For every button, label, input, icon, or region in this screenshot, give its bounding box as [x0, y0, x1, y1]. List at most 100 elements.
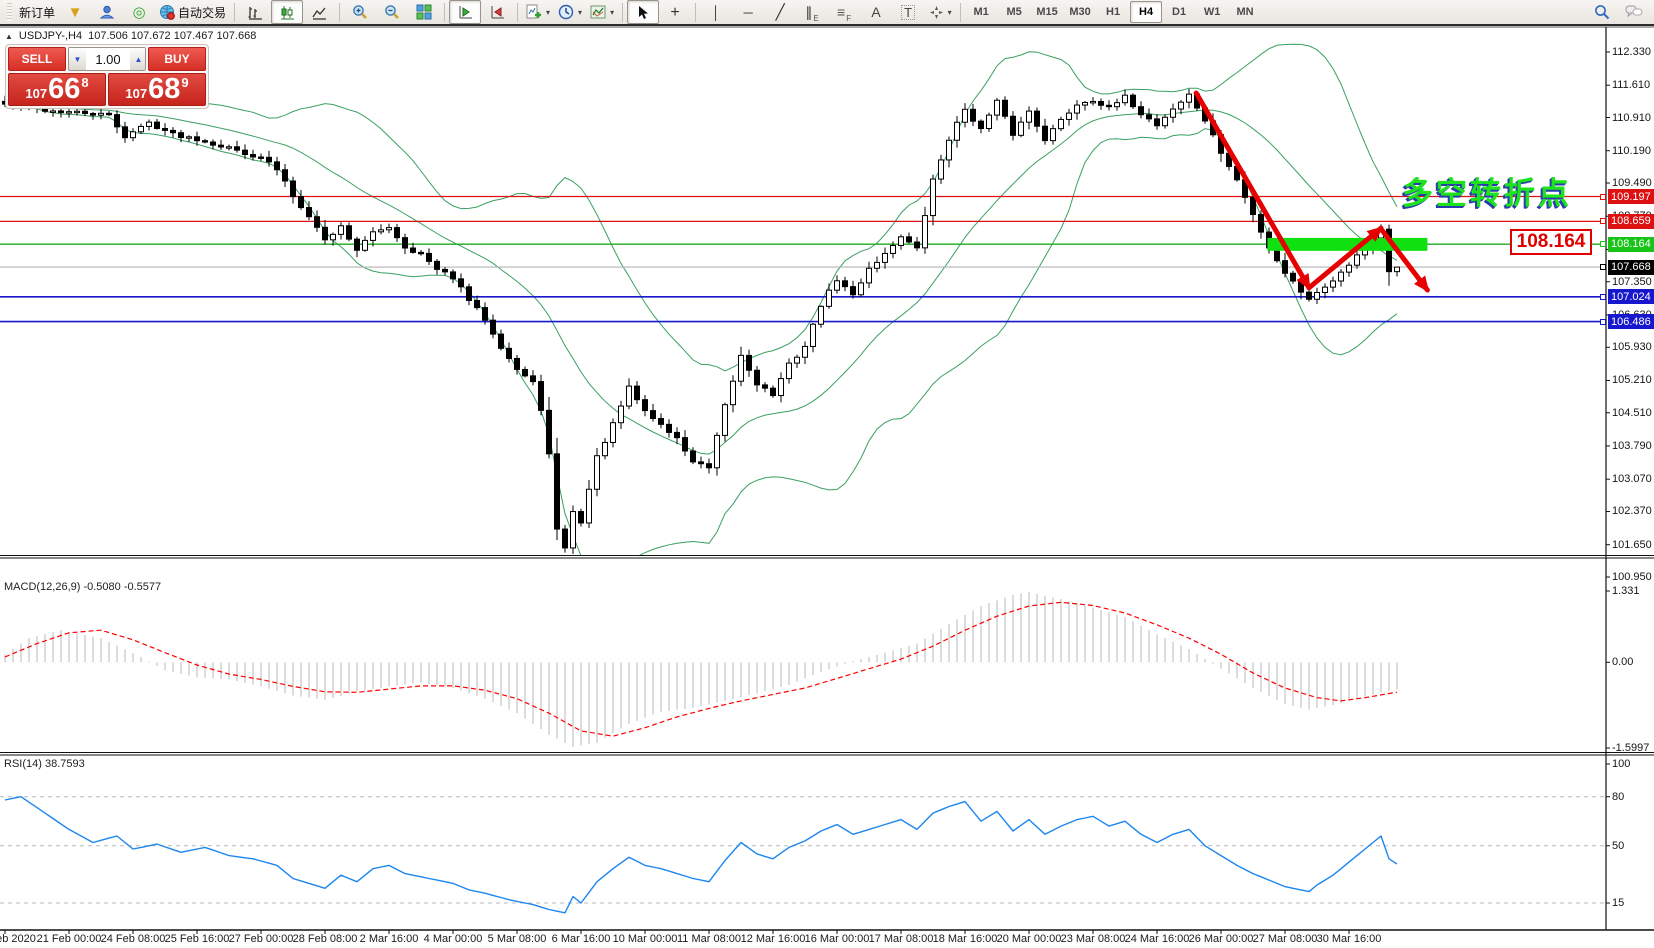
sell-price-display[interactable]: 107 66 8: [8, 73, 106, 106]
candlestick-chart-button[interactable]: [271, 0, 303, 24]
buy-button[interactable]: BUY: [148, 47, 206, 71]
collapse-panel-icon[interactable]: ▲: [5, 32, 13, 41]
indicators-button[interactable]: ▾: [522, 0, 554, 24]
autotrading-icon: [159, 4, 175, 20]
price-tick-label: 103.790: [1612, 440, 1654, 452]
rsi-tick-label: 100: [1612, 758, 1654, 770]
autoscroll-button[interactable]: [449, 0, 481, 24]
price-tick-label: 101.650: [1612, 539, 1654, 551]
periods-caret-icon: ▾: [578, 8, 582, 17]
rsi-tick-label: 80: [1612, 791, 1654, 803]
bollinger-lower-band[interactable]: [13, 105, 1397, 571]
fibonacci-sub-label: F: [846, 14, 851, 23]
horizontal-line-button[interactable]: ─: [732, 0, 764, 24]
tile-windows-button[interactable]: [408, 0, 440, 24]
new-order-button[interactable]: 新订单: [15, 0, 59, 24]
chat-button[interactable]: [1618, 0, 1650, 24]
rsi-tick-label: 50: [1612, 840, 1654, 852]
price-tag: 106.486: [1608, 314, 1654, 329]
macd-pane[interactable]: [5, 592, 1397, 747]
vertical-line-button[interactable]: │: [700, 0, 732, 24]
one-click-trade-panel: SELL ▼ ▲ BUY 107 66 8 107 68 9: [5, 44, 209, 109]
candlestick-chart-icon: [280, 5, 295, 20]
tf-button-m1[interactable]: M1: [965, 1, 997, 23]
line-chart-button[interactable]: [303, 0, 335, 24]
volume-increase-button[interactable]: ▲: [130, 48, 146, 70]
bar-chart-button[interactable]: [239, 0, 271, 24]
profiles-button[interactable]: [91, 0, 123, 24]
price-tag-anchor: [1600, 194, 1606, 200]
horizontal-line-icon: ─: [743, 6, 752, 19]
line-chart-icon: [312, 5, 327, 20]
price-tick-label: 100.950: [1612, 571, 1654, 583]
price-tick-label: 102.370: [1612, 505, 1654, 517]
price-tick-label: 111.610: [1612, 79, 1654, 91]
volume-input[interactable]: [86, 48, 130, 70]
toolbar-grip[interactable]: [7, 3, 12, 21]
channel-button[interactable]: ∥ E: [796, 0, 828, 24]
toolbar: 新订单 ▼ ◎ 自动交易 ▾ ▾: [0, 0, 1654, 26]
sell-button[interactable]: SELL: [8, 47, 66, 71]
zoom-out-button[interactable]: [376, 0, 408, 24]
autotrading-button[interactable]: 自动交易: [155, 0, 230, 24]
support-zone-rectangle[interactable]: [1267, 238, 1427, 251]
trend-arrows[interactable]: [1196, 93, 1427, 290]
cursor-button[interactable]: [627, 0, 659, 24]
price-tag-anchor: [1600, 294, 1606, 300]
funnel-button[interactable]: ▼: [59, 0, 91, 24]
symbol-period-label: USDJPY-,H4: [19, 30, 82, 42]
vertical-line-icon: │: [712, 6, 720, 19]
mt4-window: { "toolbar": { "new_order_label": "新订单",…: [0, 0, 1654, 948]
arrows-tool-button[interactable]: ▾: [924, 0, 956, 24]
price-tick-label: 110.910: [1612, 112, 1654, 124]
tf-button-w1[interactable]: W1: [1196, 1, 1228, 23]
fibonacci-button[interactable]: ≡ F: [828, 0, 860, 24]
tf-button-m5[interactable]: M5: [998, 1, 1030, 23]
price-tag: 109.197: [1608, 189, 1654, 204]
periods-button[interactable]: ▾: [554, 0, 586, 24]
tf-button-h1[interactable]: H1: [1097, 1, 1129, 23]
price-tag-anchor: [1600, 264, 1606, 270]
main-pane[interactable]: [0, 44, 1606, 571]
tf-button-m15[interactable]: M15: [1031, 1, 1063, 23]
buy-price-display[interactable]: 107 68 9: [108, 73, 206, 106]
trendline-button[interactable]: ╱: [764, 0, 796, 24]
price-tag-anchor: [1600, 218, 1606, 224]
macd-tick-label: 0.00: [1612, 656, 1654, 668]
text-tool-icon: A: [871, 6, 880, 19]
tf-button-d1[interactable]: D1: [1163, 1, 1195, 23]
arrows-caret-icon: ▾: [948, 8, 952, 17]
price-tag: 107.668: [1608, 260, 1654, 275]
bar-chart-icon: [248, 5, 263, 20]
cursor-icon: [636, 5, 650, 20]
timeframe-group: M1 M5 M15 M30 H1 H4 D1 W1 MN: [965, 1, 1261, 23]
volume-decrease-button[interactable]: ▼: [69, 48, 86, 70]
buy-price-big: 68: [148, 75, 180, 104]
channel-sub-label: E: [813, 14, 818, 23]
chart-shift-button[interactable]: [481, 0, 513, 24]
macd-tick-label: 1.331: [1612, 585, 1654, 597]
crosshair-button[interactable]: +: [659, 0, 691, 24]
price-tick-label: 105.930: [1612, 341, 1654, 353]
label-tool-button[interactable]: T: [892, 0, 924, 24]
tf-button-mn[interactable]: MN: [1229, 1, 1261, 23]
signals-button[interactable]: ◎: [123, 0, 155, 24]
tf-button-m30[interactable]: M30: [1064, 1, 1096, 23]
chart-canvas[interactable]: [0, 0, 1654, 948]
bollinger-middle-band[interactable]: [13, 105, 1397, 455]
rsi-pane[interactable]: [0, 797, 1606, 913]
templates-button[interactable]: ▾: [586, 0, 618, 24]
search-button[interactable]: [1586, 0, 1618, 24]
price-callout-box[interactable]: 108.164: [1510, 229, 1592, 255]
chart-ohlc-header: ▲ USDJPY-,H4 107.506 107.672 107.467 107…: [5, 30, 256, 42]
text-tool-button[interactable]: A: [860, 0, 892, 24]
chat-icon: [1625, 4, 1643, 20]
turning-point-annotation[interactable]: 多空转折点: [1402, 168, 1572, 213]
rsi-label: RSI(14) 38.7593: [4, 758, 85, 770]
tf-button-h4[interactable]: H4: [1130, 1, 1162, 23]
rsi-line[interactable]: [5, 797, 1397, 913]
zoom-in-button[interactable]: [344, 0, 376, 24]
date-tick-label: 30 Mar 16:00: [1309, 933, 1389, 945]
rsi-tick-label: 15: [1612, 897, 1654, 909]
sell-price-sup: 8: [81, 75, 88, 90]
